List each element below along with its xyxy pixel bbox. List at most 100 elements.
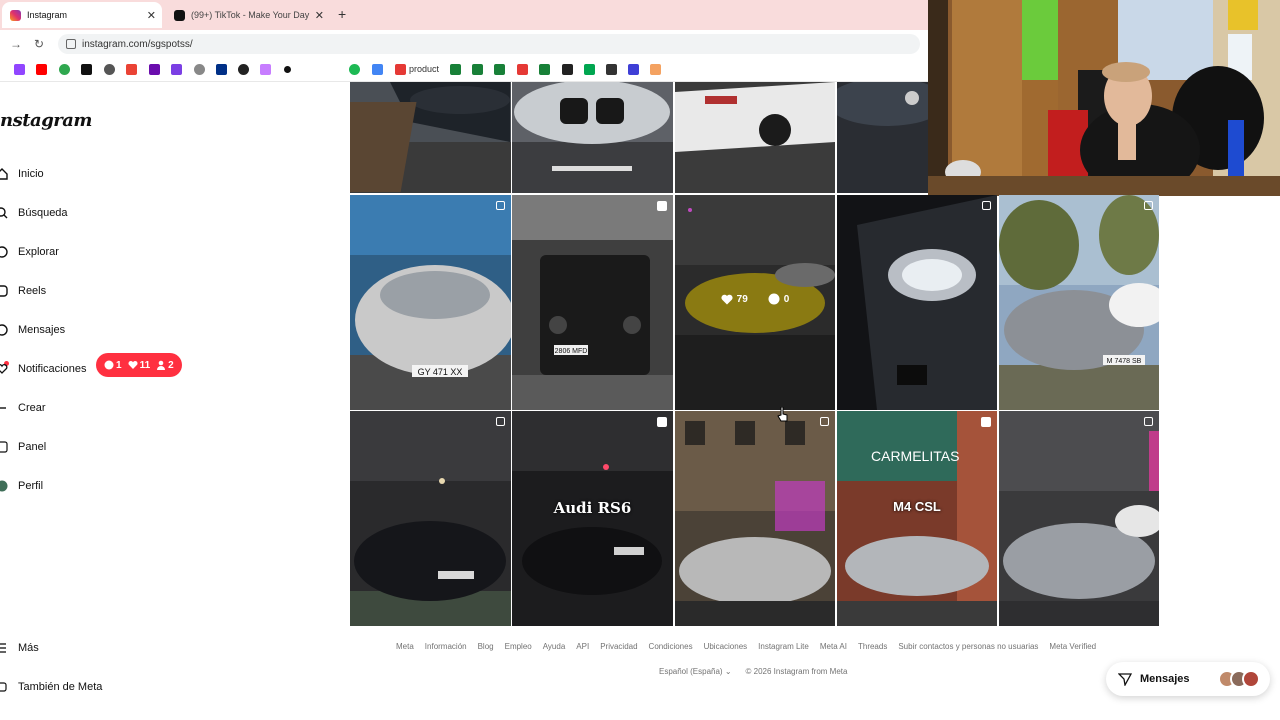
mouse-cursor-icon [777,407,788,422]
address-bar-row: → ↻ instagram.com/sgspotss/ [0,30,928,58]
sidebar-item-crear[interactable]: Crear [0,398,46,418]
messages-floating-button[interactable]: Mensajes [1106,662,1270,696]
footer-link[interactable]: Condiciones [649,642,693,651]
sheets-bookmark-icon[interactable] [472,64,483,75]
post-tile[interactable] [999,411,1159,626]
tiktok-bookmark-icon[interactable] [81,64,92,75]
post-tile[interactable]: Audi RS6 [512,411,673,626]
footer-link[interactable]: Instagram Lite [758,642,809,651]
youtube-bookmark-icon[interactable] [36,64,47,75]
post-tile[interactable] [350,411,511,626]
gmail-bookmark-icon[interactable] [126,64,137,75]
bookmark-icon[interactable] [517,64,528,75]
post-tile[interactable]: 79 0 [675,195,835,410]
tab-title: (99+) TikTok - Make Your Day [191,10,310,20]
bookmark-icon[interactable] [194,64,205,75]
footer-link[interactable]: Ayuda [543,642,566,651]
post-tile[interactable]: 2806 MFD [512,195,673,410]
tab-instagram[interactable]: Instagram ✕ [2,2,162,28]
footer-links: Meta Información Blog Empleo Ayuda API P… [396,642,1136,651]
new-tab-button[interactable]: + [338,6,346,22]
bookmark-product[interactable]: product [409,64,439,74]
instagram-logo[interactable]: nstagram [0,110,92,131]
post-tile[interactable] [350,82,511,193]
sidebar-item-perfil[interactable]: Perfil [0,476,43,496]
instagram-sidebar [0,82,345,720]
language-select[interactable]: Español (España) ⌄ [659,667,732,676]
carousel-icon [982,201,991,210]
footer-link[interactable]: Subir contactos y personas no usuarias [898,642,1038,651]
menu-icon [0,642,12,654]
bookmark-icon[interactable] [584,64,595,75]
notifications-summary-pill[interactable]: 1 11 2 [96,353,182,377]
footer-link[interactable]: Privacidad [600,642,637,651]
url-input[interactable]: instagram.com/sgspotss/ [58,34,920,54]
post-tile[interactable] [512,82,673,193]
sidebar-item-label: Perfil [18,480,44,492]
site-info-icon[interactable] [66,39,76,49]
bookmark-icon[interactable] [606,64,617,75]
tab-title: Instagram [27,10,68,20]
post-tile[interactable] [837,195,997,410]
sheets-bookmark-icon[interactable] [450,64,461,75]
sidebar-item-mensajes[interactable]: Mensajes [0,320,65,340]
post-image: 2806 MFD [512,195,673,410]
bookmark-icon[interactable] [104,64,115,75]
bookmark-icon[interactable] [562,64,573,75]
reels-icon [0,285,12,297]
footer-link[interactable]: Información [425,642,467,651]
bookmark-icon[interactable] [650,64,661,75]
footer-link[interactable]: Blog [478,642,494,651]
post-tile[interactable] [675,411,835,626]
sidebar-item-explorar[interactable]: Explorar [0,242,59,262]
comments-count: 1 [104,360,122,371]
bookmark-icon[interactable] [149,64,160,75]
sidebar-item-panel[interactable]: Panel [0,437,46,457]
footer-link[interactable]: Threads [858,642,887,651]
whatsapp-bookmark-icon[interactable] [238,64,249,75]
footer-link[interactable]: Meta [396,642,414,651]
sidebar-item-reels[interactable]: Reels [0,281,46,301]
sidebar-item-inicio[interactable]: Inicio [0,164,44,184]
footer-link[interactable]: Meta Verified [1049,642,1096,651]
footer-link[interactable]: Meta AI [820,642,847,651]
close-tab-icon[interactable]: ✕ [147,9,156,22]
forward-icon[interactable]: → [10,37,22,51]
post-tile[interactable]: CARMELITAS M4 CSL [837,411,997,626]
close-tab-icon[interactable]: ✕ [315,9,324,22]
avatar-icon [0,480,12,492]
twitch-bookmark-icon[interactable] [14,64,25,75]
spotify-bookmark-icon[interactable] [349,64,360,75]
footer-link[interactable]: API [576,642,589,651]
paypal-bookmark-icon[interactable] [216,64,227,75]
url-text: instagram.com/sgspotss/ [82,38,193,50]
post-tile[interactable] [675,82,835,193]
footer-link[interactable]: Ubicaciones [704,642,748,651]
bookmark-icon[interactable] [260,64,271,75]
bookmark-icon[interactable] [171,64,182,75]
comments-count-value: 0 [783,293,790,305]
sidebar-item-mas[interactable]: Más [0,638,39,658]
sidebar-item-tambien-de-meta[interactable]: También de Meta [0,677,102,697]
sheets-bookmark-icon[interactable] [539,64,550,75]
sheets-bookmark-icon[interactable] [494,64,505,75]
bookmark-icon[interactable] [372,64,383,75]
tab-tiktok[interactable]: (99+) TikTok - Make Your Day ✕ [166,2,330,28]
carousel-icon [496,201,505,210]
bookmark-icon[interactable] [395,64,406,75]
compass-icon [0,246,12,258]
sidebar-item-notificaciones[interactable]: Notificaciones [0,359,86,379]
footer-meta: Español (España) ⌄ © 2026 Instagram from… [659,667,847,676]
reload-icon[interactable]: ↻ [34,37,44,51]
post-tile[interactable] [837,82,928,193]
post-tile[interactable]: M 7478 SB [999,195,1159,410]
bookmark-icon[interactable] [628,64,639,75]
bookmark-icon[interactable] [284,66,291,73]
sidebar-item-busqueda[interactable]: Búsqueda [0,203,68,223]
bookmark-icon[interactable] [59,64,70,75]
carousel-icon [820,417,829,426]
heart-icon [128,360,138,369]
post-image [675,82,835,193]
footer-link[interactable]: Empleo [505,642,532,651]
post-tile[interactable]: GY 471 XX [350,195,511,410]
